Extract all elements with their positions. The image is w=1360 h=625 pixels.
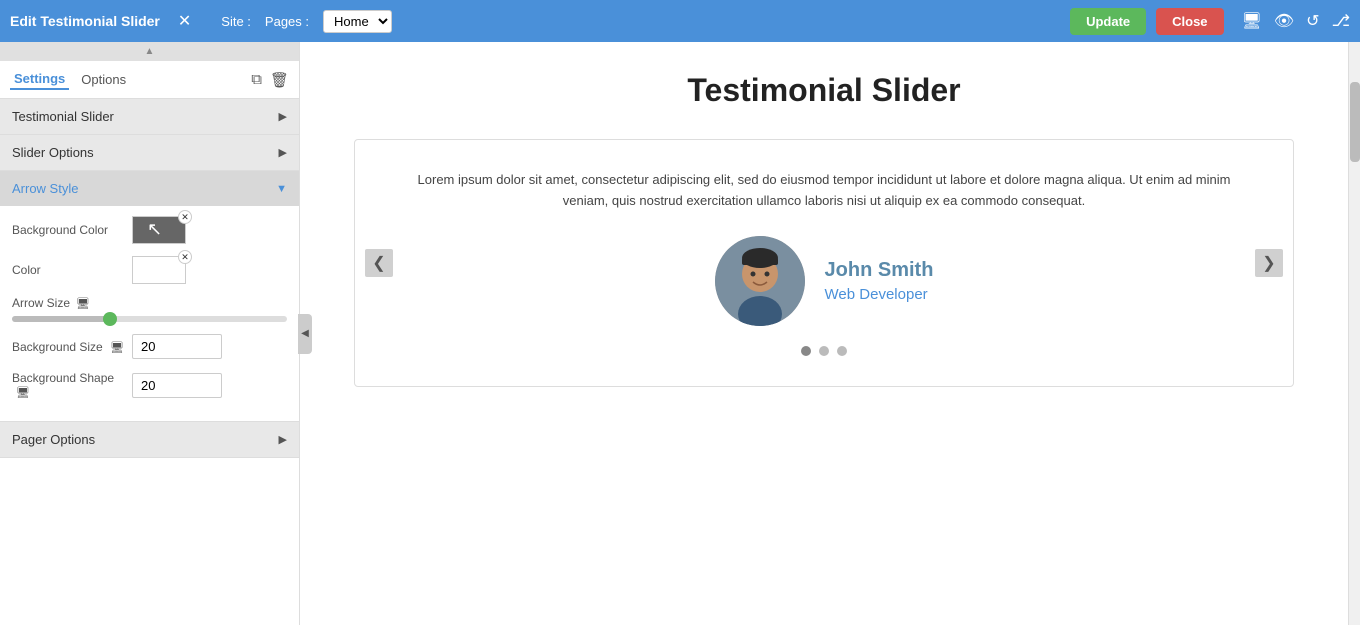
background-shape-row: Background Shape 🖥 <box>12 371 287 399</box>
desktop-icon[interactable]: 🖥 <box>1242 11 1262 31</box>
accordion-arrow-pager-options: ▶ <box>279 433 287 446</box>
testimonial-author: John Smith Web Developer <box>415 236 1233 326</box>
page-title: Testimonial Slider <box>354 72 1294 109</box>
editor-title: Edit Testimonial Slider <box>10 13 160 29</box>
background-shape-screen-icon: 🖥 <box>16 387 30 399</box>
scroll-top: ▲ <box>0 42 299 61</box>
pages-label: Pages : <box>265 14 309 29</box>
pages-select[interactable]: Home <box>323 10 392 33</box>
accordion-label-testimonial-slider: Testimonial Slider <box>12 109 114 124</box>
arrow-size-slider[interactable] <box>12 316 287 322</box>
update-button[interactable]: Update <box>1070 8 1146 35</box>
left-panel: ▲ Settings Options ⧉ 🗑 Testimonial Slide… <box>0 42 300 625</box>
color-clear[interactable]: ✕ <box>178 250 192 264</box>
right-content: Testimonial Slider ❮ Lorem ipsum dolor s… <box>300 42 1348 625</box>
copy-icon[interactable]: ⧉ <box>251 71 262 88</box>
arrow-style-content: Background Color ↖ ✕ Color ✕ <box>0 206 299 421</box>
accordion-arrow-style: Arrow Style ▼ Background Color ↖ ✕ Co <box>0 171 299 422</box>
background-size-row: Background Size 🖥 <box>12 334 287 359</box>
author-role: Web Developer <box>825 286 934 303</box>
eye-icon[interactable]: 👁 <box>1274 11 1294 31</box>
accordion-arrow-arrow-style: ▼ <box>276 183 287 195</box>
topbar: Edit Testimonial Slider ✕ Site : Pages :… <box>0 0 1360 42</box>
sitemap-icon[interactable]: ⎇ <box>1332 11 1350 31</box>
testimonial-text: Lorem ipsum dolor sit amet, consectetur … <box>415 170 1233 212</box>
background-size-label: Background Size 🖥 <box>12 340 132 354</box>
accordion-arrow-testimonial-slider: ▶ <box>279 110 287 123</box>
cursor-icon: ↖ <box>147 219 162 240</box>
background-color-clear[interactable]: ✕ <box>178 210 192 224</box>
author-name: John Smith <box>825 259 934 282</box>
background-shape-input[interactable] <box>132 373 222 398</box>
background-color-row: Background Color ↖ ✕ <box>12 216 287 244</box>
tab-options[interactable]: Options <box>77 70 130 89</box>
tab-settings[interactable]: Settings <box>10 69 69 90</box>
accordion-header-arrow-style[interactable]: Arrow Style ▼ <box>0 171 299 206</box>
accordion-arrow-slider-options: ▶ <box>279 146 287 159</box>
close-button[interactable]: Close <box>1156 8 1223 35</box>
slider-thumb[interactable] <box>103 312 117 326</box>
scrollbar-thumb[interactable] <box>1350 82 1360 162</box>
history-icon[interactable]: ↺ <box>1306 11 1319 31</box>
accordion-label-arrow-style: Arrow Style <box>12 181 78 196</box>
accordion-slider-options: Slider Options ▶ <box>0 135 299 171</box>
next-arrow-button[interactable]: ❯ <box>1255 249 1283 277</box>
dot-3[interactable] <box>837 346 847 356</box>
background-color-label: Background Color <box>12 223 132 237</box>
arrow-size-screen-icon: 🖥 <box>76 297 90 310</box>
scrollbar-track[interactable] <box>1348 42 1360 625</box>
accordion-header-slider-options[interactable]: Slider Options ▶ <box>0 135 299 170</box>
accordion-testimonial-slider: Testimonial Slider ▶ <box>0 99 299 135</box>
prev-arrow-button[interactable]: ❮ <box>365 249 393 277</box>
delete-icon[interactable]: 🗑 <box>270 71 289 89</box>
arrow-size-label: Arrow Size <box>12 296 70 310</box>
background-size-input[interactable] <box>132 334 222 359</box>
slider-fill <box>12 316 108 322</box>
arrow-size-row: Arrow Size 🖥 <box>12 296 287 322</box>
background-color-picker[interactable]: ↖ ✕ <box>132 216 186 244</box>
background-shape-label: Background Shape 🖥 <box>12 371 132 399</box>
site-label: Site : <box>221 14 251 29</box>
background-size-screen-icon: 🖥 <box>110 342 124 354</box>
author-avatar <box>715 236 805 326</box>
testimonial-card: ❮ Lorem ipsum dolor sit amet, consectetu… <box>354 139 1294 387</box>
color-row: Color ✕ <box>12 256 287 284</box>
tabs-row: Settings Options ⧉ 🗑 <box>0 61 299 99</box>
accordion-header-pager-options[interactable]: Pager Options ▶ <box>0 422 299 457</box>
color-label: Color <box>12 263 132 277</box>
topbar-icons: 🖥 👁 ↺ ⎇ <box>1242 11 1350 31</box>
slider-dots <box>415 346 1233 356</box>
accordion-label-slider-options: Slider Options <box>12 145 94 160</box>
dot-1[interactable] <box>801 346 811 356</box>
accordion-label-pager-options: Pager Options <box>12 432 95 447</box>
editor-close-icon[interactable]: ✕ <box>178 11 191 31</box>
color-picker[interactable]: ✕ <box>132 256 186 284</box>
accordion-pager-options: Pager Options ▶ <box>0 422 299 458</box>
content-area: Testimonial Slider ❮ Lorem ipsum dolor s… <box>314 42 1334 417</box>
author-info: John Smith Web Developer <box>825 259 934 303</box>
collapse-panel-button[interactable]: ◀ <box>298 314 312 354</box>
main-layout: ▲ Settings Options ⧉ 🗑 Testimonial Slide… <box>0 42 1360 625</box>
dot-2[interactable] <box>819 346 829 356</box>
author-avatar-svg <box>715 236 805 326</box>
accordion-header-testimonial-slider[interactable]: Testimonial Slider ▶ <box>0 99 299 134</box>
